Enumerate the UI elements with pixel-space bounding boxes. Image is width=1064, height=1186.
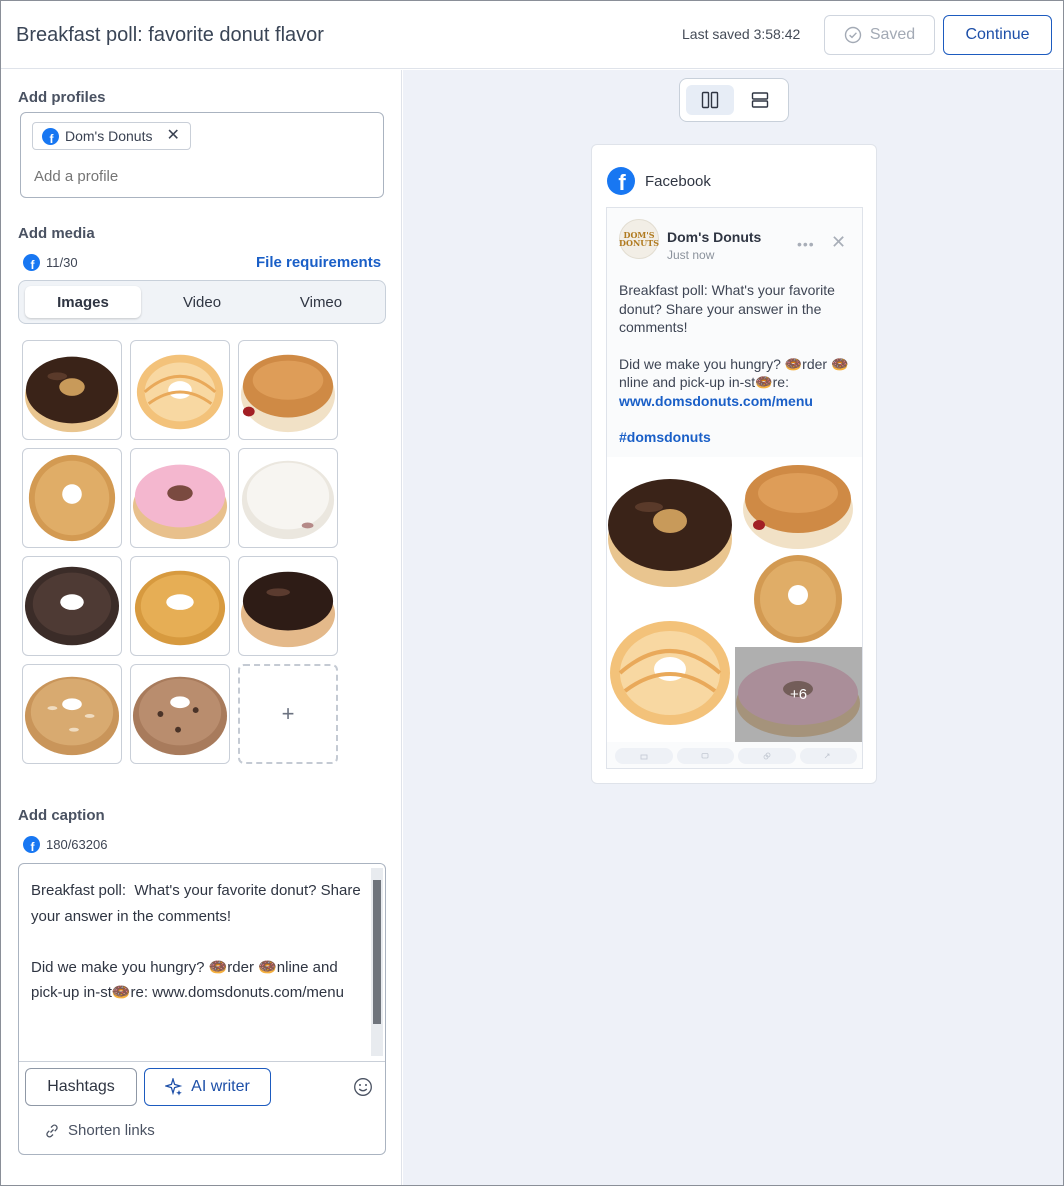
more-options-icon[interactable]: ••• [797,236,815,252]
collage-image-1 [607,457,734,599]
media-thumb-strawberry-frosted[interactable] [130,448,230,548]
profiles-field[interactable]: f Dom's Donuts ✕ [20,112,384,198]
continue-button[interactable]: Continue [943,15,1052,55]
close-icon[interactable]: ✕ [831,232,846,253]
like-icon [615,748,673,764]
hashtags-button[interactable]: Hashtags [25,1068,137,1106]
profile-chip-label: Dom's Donuts [65,128,153,144]
tab-video[interactable]: Video [144,286,260,318]
post-link[interactable]: www.domsdonuts.com/menu [619,392,859,411]
link-icon [46,1124,58,1137]
tab-vimeo[interactable]: Vimeo [263,286,379,318]
donut-image [132,676,228,756]
post-preview: DOM'S DONUTS Dom's Donuts Just now ••• ✕… [606,207,863,769]
link-icon [738,748,796,764]
post-hashtag[interactable]: #domsdonuts [619,428,859,447]
caption-editor: Breakfast poll: What's your favorite don… [18,863,386,1155]
file-requirements-link[interactable]: File requirements [256,254,381,271]
ai-writer-button[interactable]: AI writer [144,1068,271,1106]
shorten-links-button[interactable]: Shorten links [44,1122,155,1139]
add-profiles-label: Add profiles [18,89,106,106]
donut-image [24,676,120,756]
share-icon [799,748,857,764]
shorten-links-label: Shorten links [68,1122,155,1139]
collage-image-3 [735,552,862,647]
collage-image-2 [735,457,862,552]
rows-icon [751,92,769,108]
donut-image [240,354,336,433]
media-thumb-french-cruller[interactable] [130,340,230,440]
donut-image [132,464,228,540]
collage-image-4 [607,599,734,742]
facebook-icon: f [42,127,59,145]
columns-icon [701,91,719,109]
image-collage[interactable]: +6 [607,457,862,742]
add-caption-label: Add caption [18,807,105,824]
sparkle-icon [165,1078,183,1096]
add-profile-input[interactable] [34,168,334,185]
preview-header: f Facebook [607,167,711,195]
preview-panel: f Facebook DOM'S DONUTS Dom's Donuts Jus… [403,70,1063,1185]
top-bar: Breakfast poll: favorite donut flavor La… [1,1,1063,69]
post-author: Dom's Donuts [667,229,762,245]
media-thumb-chocolate-glazed[interactable] [22,340,122,440]
saved-label: Saved [869,26,916,43]
media-counter: f 11/30 [23,254,78,271]
media-thumb-powdered-filled[interactable] [238,448,338,548]
layout-toggle [679,78,789,122]
facebook-icon: f [23,254,40,271]
divider [19,1061,385,1062]
caption-scrollbar-thumb[interactable] [373,880,381,1024]
media-thumb-sugar-old-fashioned[interactable] [22,448,122,548]
post-text-paragraph-2: Did we make you hungry? 🍩rder 🍩nline and… [619,355,849,391]
app-window: Breakfast poll: favorite donut flavor La… [0,0,1064,1186]
donut-image [241,460,335,540]
post-body: Breakfast poll: What's your favorite don… [619,281,859,447]
donut-image [24,356,120,433]
facebook-icon: f [607,167,635,195]
preview-network-label: Facebook [645,172,711,190]
media-thumb-chocolate-filled[interactable] [238,556,338,656]
add-media-button[interactable]: + [238,664,338,764]
tab-images[interactable]: Images [25,286,141,318]
reaction-bar [615,748,857,764]
donut-image [134,570,226,646]
remove-profile-icon[interactable]: ✕ [166,128,179,144]
saved-button[interactable]: Saved [824,15,935,55]
emoji-icon[interactable] [353,1077,373,1097]
media-thumb-chocolate-chip[interactable] [130,664,230,764]
donut-image [240,571,336,648]
donut-image [136,354,224,430]
media-thumb-almond-glazed[interactable] [22,664,122,764]
post-timestamp: Just now [667,248,715,262]
stacked-view-button[interactable] [736,85,784,115]
plus-icon: + [281,701,295,726]
ai-writer-label: AI writer [191,1078,250,1095]
media-thumb-chocolate-cake[interactable] [22,556,122,656]
add-media-label: Add media [18,225,95,242]
caption-textarea[interactable]: Breakfast poll: What's your favorite don… [31,878,361,1006]
last-saved-status: Last saved 3:58:42 [682,26,801,42]
profile-chip[interactable]: f Dom's Donuts ✕ [32,122,191,150]
side-by-side-view-button[interactable] [686,85,734,115]
post-text-paragraph-1: Breakfast poll: What's your favorite don… [619,282,835,335]
media-thumb-jelly-filled[interactable] [238,340,338,440]
media-thumb-coconut-crunch[interactable] [130,556,230,656]
media-count: 11/30 [46,255,78,270]
more-images-overlay[interactable]: +6 [735,647,862,742]
donut-image [28,454,116,542]
caption-counter: f 180/63206 [23,836,107,853]
donut-image [24,566,120,646]
comment-icon [676,748,734,764]
media-type-tabs: Images Video Vimeo [18,280,386,324]
page-title: Breakfast poll: favorite donut flavor [16,24,324,46]
caption-count: 180/63206 [46,837,108,852]
facebook-icon: f [23,836,40,853]
facebook-preview-card: f Facebook DOM'S DONUTS Dom's Donuts Jus… [591,144,877,784]
avatar: DOM'S DONUTS [619,219,659,259]
composer-panel: Add profiles f Dom's Donuts ✕ Add media … [1,70,402,1185]
check-circle-icon [844,26,862,44]
